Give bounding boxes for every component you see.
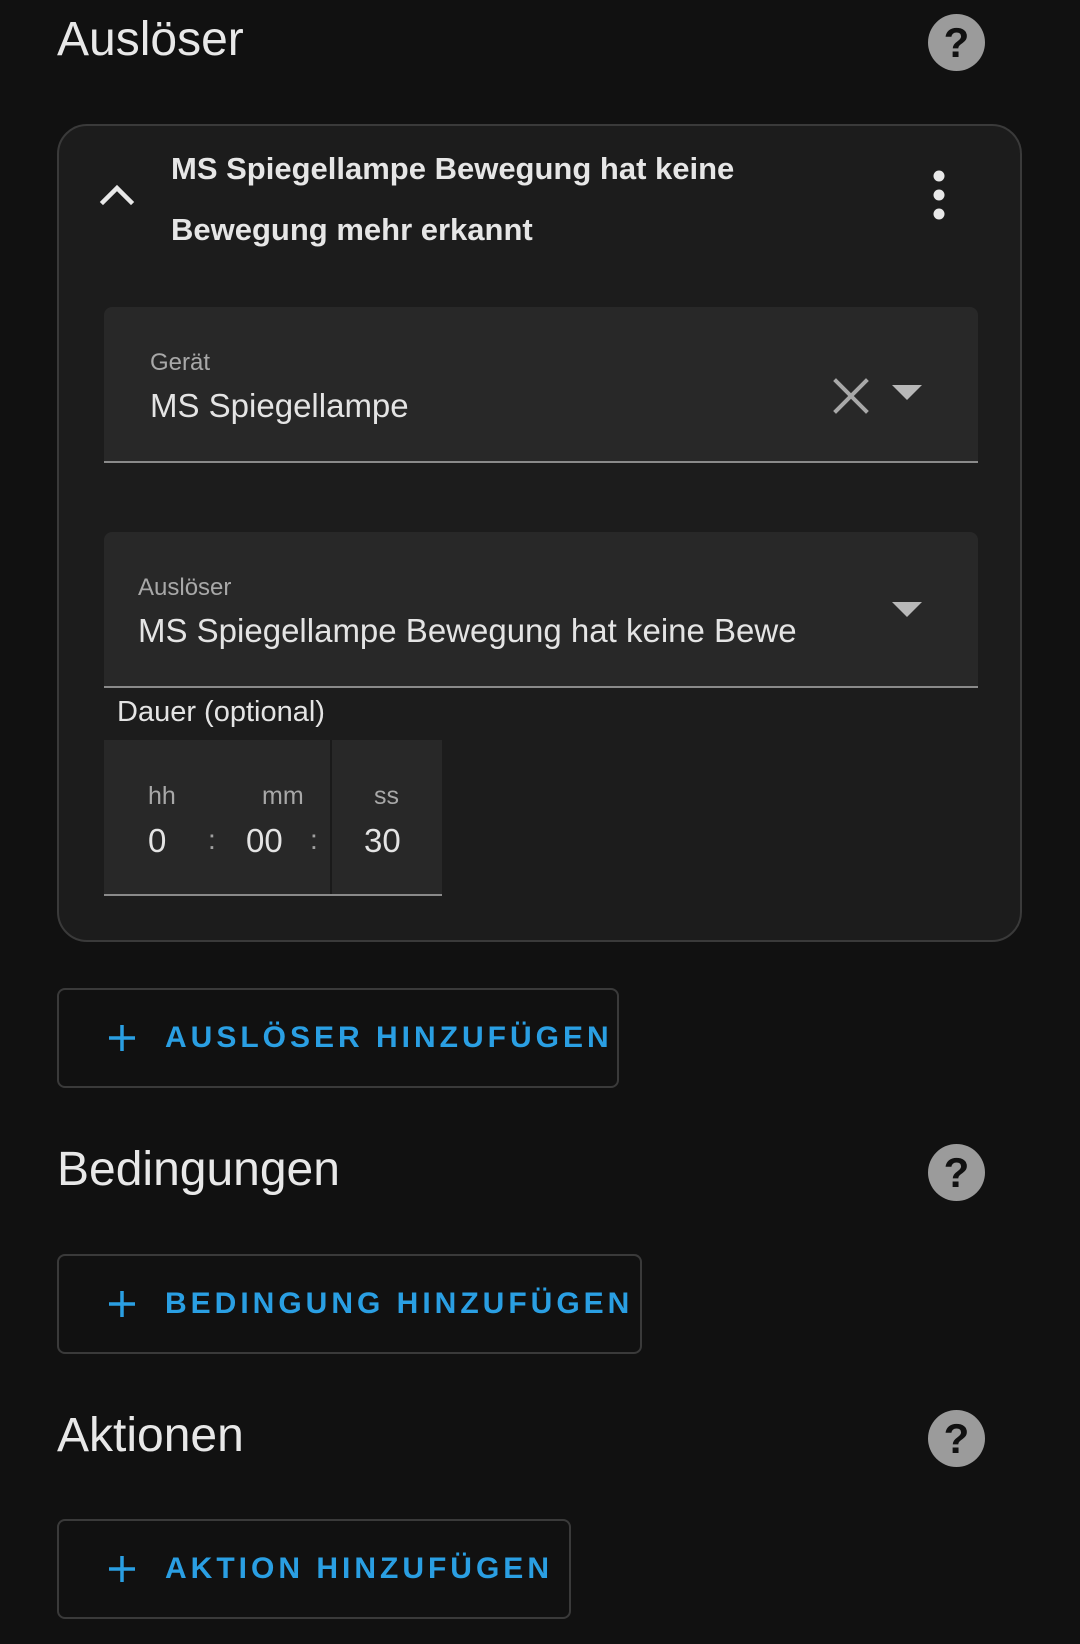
hours-separator: : (208, 824, 216, 855)
duration-label: Dauer (optional) (117, 696, 325, 728)
chevron-down-icon[interactable] (892, 385, 922, 401)
actions-help-icon[interactable]: ? (928, 1410, 985, 1467)
close-icon[interactable] (832, 377, 870, 415)
seconds-input[interactable]: 30 (364, 822, 401, 860)
trigger-field-label: Auslöser (138, 574, 232, 601)
conditions-section-title: Bedingungen (57, 1143, 340, 1196)
duration-divider (330, 740, 332, 894)
add-trigger-label: AUSLÖSER HINZUFÜGEN (165, 1021, 613, 1054)
chevron-down-icon[interactable] (892, 602, 922, 618)
device-field-label: Gerät (150, 349, 211, 376)
triggers-section-title: Auslöser (57, 13, 244, 66)
trigger-card: MS Spiegellampe Bewegung hat keine Beweg… (57, 124, 1022, 942)
trigger-card-title[interactable]: MS Spiegellampe Bewegung hat keine Beweg… (171, 138, 811, 260)
hours-label: hh (148, 782, 176, 810)
duration-input[interactable]: hh 0 : mm 00 : ss 30 (104, 740, 442, 896)
actions-section-title: Aktionen (57, 1409, 244, 1462)
device-field-value: MS Spiegellampe (150, 387, 409, 424)
device-field[interactable]: Gerät MS Spiegellampe (104, 307, 978, 463)
plus-icon (109, 1556, 135, 1582)
add-condition-label: BEDINGUNG HINZUFÜGEN (165, 1287, 634, 1320)
hours-input[interactable]: 0 (148, 822, 166, 860)
chevron-up-icon[interactable] (99, 176, 135, 212)
conditions-help-icon[interactable]: ? (928, 1144, 985, 1201)
minutes-separator: : (310, 824, 318, 855)
dots-vertical-icon[interactable] (929, 170, 949, 220)
add-action-button[interactable]: AKTION HINZUFÜGEN (57, 1519, 571, 1619)
add-condition-button[interactable]: BEDINGUNG HINZUFÜGEN (57, 1254, 642, 1354)
plus-icon (109, 1025, 135, 1051)
trigger-type-field[interactable]: Auslöser MS Spiegellampe Bewegung hat ke… (104, 532, 978, 688)
seconds-label: ss (374, 782, 399, 810)
minutes-label: mm (262, 782, 304, 810)
add-action-label: AKTION HINZUFÜGEN (165, 1552, 553, 1585)
triggers-help-icon[interactable]: ? (928, 14, 985, 71)
plus-icon (109, 1291, 135, 1317)
minutes-input[interactable]: 00 (246, 822, 283, 860)
trigger-field-value: MS Spiegellampe Bewegung hat keine Bewe (138, 612, 797, 649)
add-trigger-button[interactable]: AUSLÖSER HINZUFÜGEN (57, 988, 619, 1088)
